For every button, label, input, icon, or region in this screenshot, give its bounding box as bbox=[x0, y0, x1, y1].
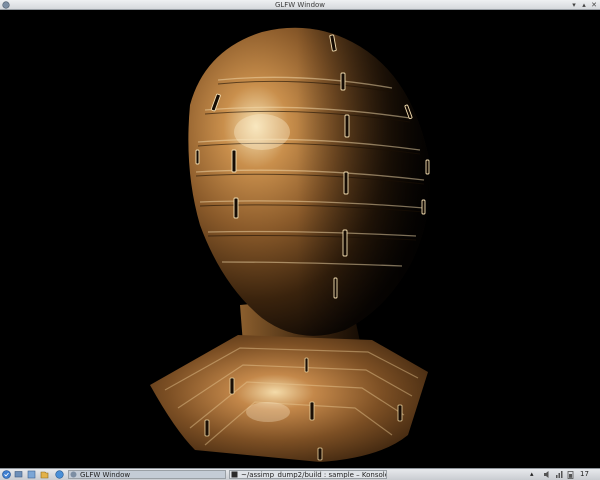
browser-icon-globe[interactable] bbox=[55, 470, 64, 479]
maximize-icon[interactable]: ▴ bbox=[580, 1, 588, 9]
window-title-bar[interactable]: GLFW Window ▾ ▴ ✕ bbox=[0, 0, 600, 10]
taskbar: GLFW Window ~/assimp_dump2/build : sampl… bbox=[0, 468, 600, 480]
battery-icon[interactable] bbox=[566, 470, 575, 479]
tray-expand-icon[interactable]: ▴ bbox=[530, 470, 534, 479]
taskbar-item-label: ~/assimp_dump2/build : sample – Konsole bbox=[241, 471, 387, 479]
terminal-icon bbox=[231, 471, 238, 478]
show-desktop-icon[interactable] bbox=[14, 470, 23, 479]
render-viewport[interactable] bbox=[0, 10, 600, 468]
close-icon[interactable]: ✕ bbox=[590, 1, 598, 9]
kde-menu-icon[interactable] bbox=[2, 470, 11, 479]
glfw-window-icon[interactable] bbox=[2, 1, 10, 9]
taskbar-item-label: GLFW Window bbox=[80, 471, 131, 479]
clock[interactable]: 17 bbox=[580, 470, 589, 479]
minimize-icon[interactable]: ▾ bbox=[570, 1, 578, 9]
file-manager-icon[interactable] bbox=[27, 470, 36, 479]
browser-icon[interactable] bbox=[40, 470, 49, 479]
volume-icon[interactable] bbox=[543, 470, 552, 479]
taskbar-item-konsole[interactable]: ~/assimp_dump2/build : sample – Konsole bbox=[229, 470, 387, 479]
window-title: GLFW Window bbox=[274, 0, 326, 9]
taskbar-item-glfw-window[interactable]: GLFW Window bbox=[68, 470, 226, 479]
network-icon[interactable] bbox=[555, 470, 564, 479]
helmet-render bbox=[150, 27, 430, 462]
glfw-window-icon bbox=[70, 471, 77, 478]
